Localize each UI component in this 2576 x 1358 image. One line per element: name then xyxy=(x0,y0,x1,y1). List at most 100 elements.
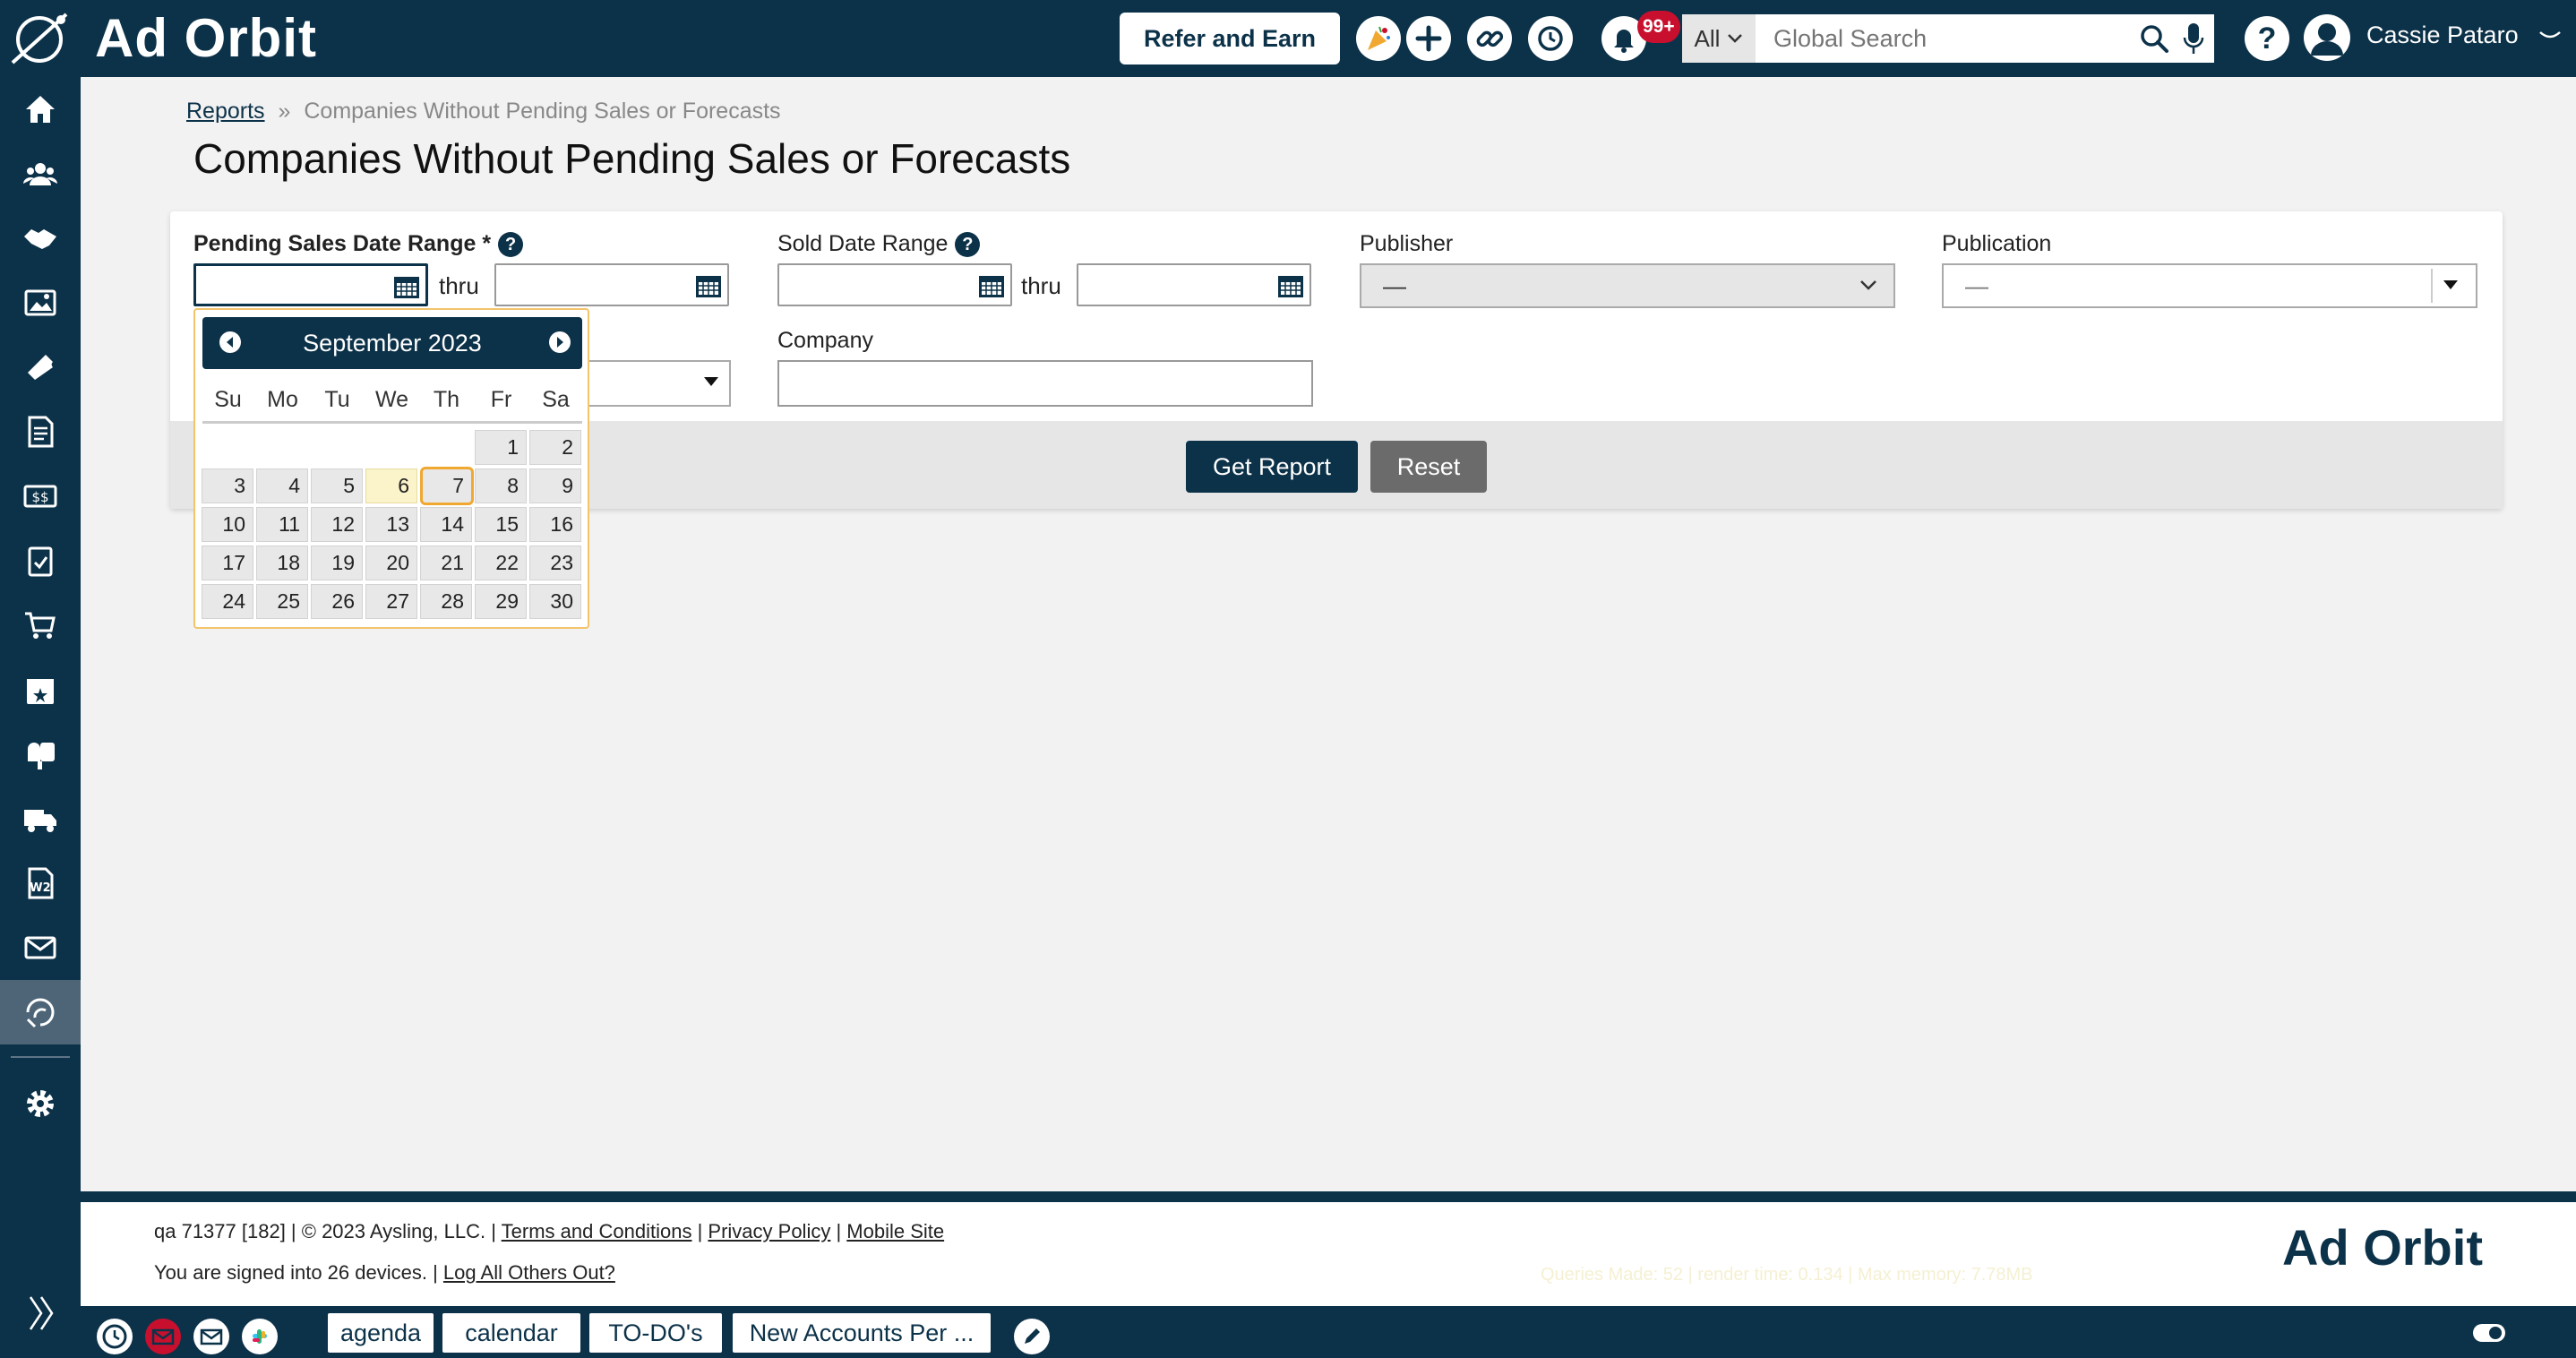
microphone-icon[interactable] xyxy=(2182,21,2205,56)
get-report-button[interactable]: Get Report xyxy=(1186,441,1358,493)
calendar-day[interactable]: 10 xyxy=(202,507,253,542)
link-icon[interactable] xyxy=(1467,16,1512,61)
calendar-day[interactable]: 11 xyxy=(256,507,308,542)
sidebar-item-billing[interactable]: $$ xyxy=(0,464,81,529)
sidebar-item-documents[interactable] xyxy=(0,400,81,464)
pending-sales-label-text: Pending Sales Date Range * xyxy=(193,231,492,256)
mobile-site-link[interactable]: Mobile Site xyxy=(846,1220,944,1242)
calendar-day[interactable]: 20 xyxy=(365,546,417,580)
publication-select[interactable]: — xyxy=(1942,263,2477,308)
orbit-logo-icon[interactable] xyxy=(7,9,72,68)
help-icon[interactable]: ? xyxy=(2245,16,2289,61)
mail-alert-icon[interactable] xyxy=(145,1319,181,1354)
sidebar-item-deals[interactable] xyxy=(0,206,81,271)
calendar-day[interactable]: 24 xyxy=(202,584,253,619)
double-chevron-right-icon[interactable] xyxy=(25,1290,57,1337)
calendar-day[interactable]: 8 xyxy=(475,468,527,503)
calendar-icon[interactable] xyxy=(393,274,420,299)
clock-icon[interactable] xyxy=(97,1319,133,1354)
calendar-day[interactable]: 14 xyxy=(420,507,472,542)
calendar-icon[interactable] xyxy=(1277,273,1304,298)
calendar-day[interactable]: 2 xyxy=(529,430,581,465)
pending-sales-label: Pending Sales Date Range *? xyxy=(193,231,524,258)
calendar-day[interactable]: 13 xyxy=(365,507,417,542)
sidebar-item-w2[interactable]: W2 xyxy=(0,851,81,915)
reset-button[interactable]: Reset xyxy=(1370,441,1487,493)
sidebar-item-email[interactable] xyxy=(0,915,81,980)
calendar-day[interactable]: 22 xyxy=(475,546,527,580)
sidebar-item-tickets[interactable] xyxy=(0,335,81,400)
sold-end-date-input[interactable] xyxy=(1077,263,1311,306)
calendar-icon[interactable] xyxy=(978,273,1005,298)
chevron-down-icon[interactable] xyxy=(2538,27,2562,45)
calendar-day[interactable]: 18 xyxy=(256,546,308,580)
sidebar-item-media[interactable] xyxy=(0,271,81,335)
calendar-day[interactable]: 16 xyxy=(529,507,581,542)
calendar-day[interactable]: 30 xyxy=(529,584,581,619)
footer: qa 71377 [182] | © 2023 Aysling, LLC. | … xyxy=(81,1202,2576,1306)
pending-start-date-input[interactable] xyxy=(193,263,428,306)
logout-others-link[interactable]: Log All Others Out? xyxy=(443,1261,615,1284)
terms-link[interactable]: Terms and Conditions xyxy=(502,1220,692,1242)
user-name[interactable]: Cassie Pataro xyxy=(2366,21,2519,49)
toggle-icon[interactable] xyxy=(2472,1320,2506,1345)
sidebar-item-delivery[interactable] xyxy=(0,786,81,851)
brand-name[interactable]: Ad Orbit xyxy=(95,7,317,69)
search-icon[interactable] xyxy=(2139,23,2169,54)
calendar-day[interactable]: 23 xyxy=(529,546,581,580)
refer-and-earn-button[interactable]: Refer and Earn xyxy=(1120,13,1340,64)
sidebar-item-reports[interactable] xyxy=(0,980,81,1044)
calendar-day[interactable]: 27 xyxy=(365,584,417,619)
sidebar: $$ W2 xyxy=(0,77,81,1358)
calendar-day[interactable]: 21 xyxy=(420,546,472,580)
plus-icon[interactable] xyxy=(1406,16,1451,61)
sidebar-item-tasks[interactable] xyxy=(0,529,81,593)
sold-start-date-input[interactable] xyxy=(777,263,1012,306)
calendar-day[interactable]: 9 xyxy=(529,468,581,503)
calendar-day[interactable]: 4 xyxy=(256,468,308,503)
calendar-day-selected[interactable]: 7 xyxy=(420,467,474,505)
history-icon[interactable] xyxy=(1528,16,1573,61)
company-input[interactable] xyxy=(777,360,1313,407)
pencil-icon[interactable] xyxy=(1014,1319,1050,1354)
help-icon[interactable]: ? xyxy=(498,232,524,258)
sidebar-item-settings[interactable] xyxy=(0,1071,81,1136)
calendar-day[interactable]: 12 xyxy=(311,507,363,542)
notification-badge[interactable]: 99+ xyxy=(1637,11,1680,43)
prev-month-icon[interactable] xyxy=(219,331,242,354)
breadcrumb-reports-link[interactable]: Reports xyxy=(186,99,265,124)
calendar-day[interactable]: 28 xyxy=(420,584,472,619)
next-month-icon[interactable] xyxy=(548,331,571,354)
sidebar-item-home[interactable] xyxy=(0,77,81,142)
sidebar-item-mailbox[interactable] xyxy=(0,722,81,786)
todos-tab[interactable]: TO-DO's xyxy=(589,1313,722,1353)
partially-hidden-select[interactable] xyxy=(573,360,731,407)
agenda-tab[interactable]: agenda xyxy=(328,1313,434,1353)
calendar-day[interactable]: 3 xyxy=(202,468,253,503)
search-scope-select[interactable]: All xyxy=(1682,14,1756,63)
calendar-day[interactable]: 17 xyxy=(202,546,253,580)
new-accounts-tab[interactable]: New Accounts Per ... xyxy=(733,1313,991,1353)
publisher-select[interactable]: — xyxy=(1360,263,1895,308)
datepicker-header: September 2023 xyxy=(202,317,582,369)
calendar-day[interactable]: 29 xyxy=(475,584,527,619)
sidebar-item-contacts[interactable] xyxy=(0,142,81,206)
calendar-tab[interactable]: calendar xyxy=(442,1313,580,1353)
privacy-link[interactable]: Privacy Policy xyxy=(708,1220,830,1242)
calendar-icon[interactable] xyxy=(695,273,722,298)
celebration-icon[interactable] xyxy=(1356,16,1401,61)
calendar-day[interactable]: 19 xyxy=(311,546,363,580)
sidebar-item-orders[interactable] xyxy=(0,593,81,658)
slack-icon[interactable] xyxy=(242,1319,278,1354)
calendar-day[interactable]: 5 xyxy=(311,468,363,503)
calendar-day[interactable]: 25 xyxy=(256,584,308,619)
calendar-day-today[interactable]: 6 xyxy=(365,468,417,503)
avatar[interactable] xyxy=(2304,14,2350,61)
calendar-day[interactable]: 15 xyxy=(475,507,527,542)
pending-end-date-input[interactable] xyxy=(494,263,729,306)
envelope-icon[interactable] xyxy=(193,1319,229,1354)
calendar-day[interactable]: 26 xyxy=(311,584,363,619)
help-icon[interactable]: ? xyxy=(955,232,981,258)
sidebar-item-calendar[interactable] xyxy=(0,658,81,722)
calendar-day[interactable]: 1 xyxy=(475,430,527,465)
